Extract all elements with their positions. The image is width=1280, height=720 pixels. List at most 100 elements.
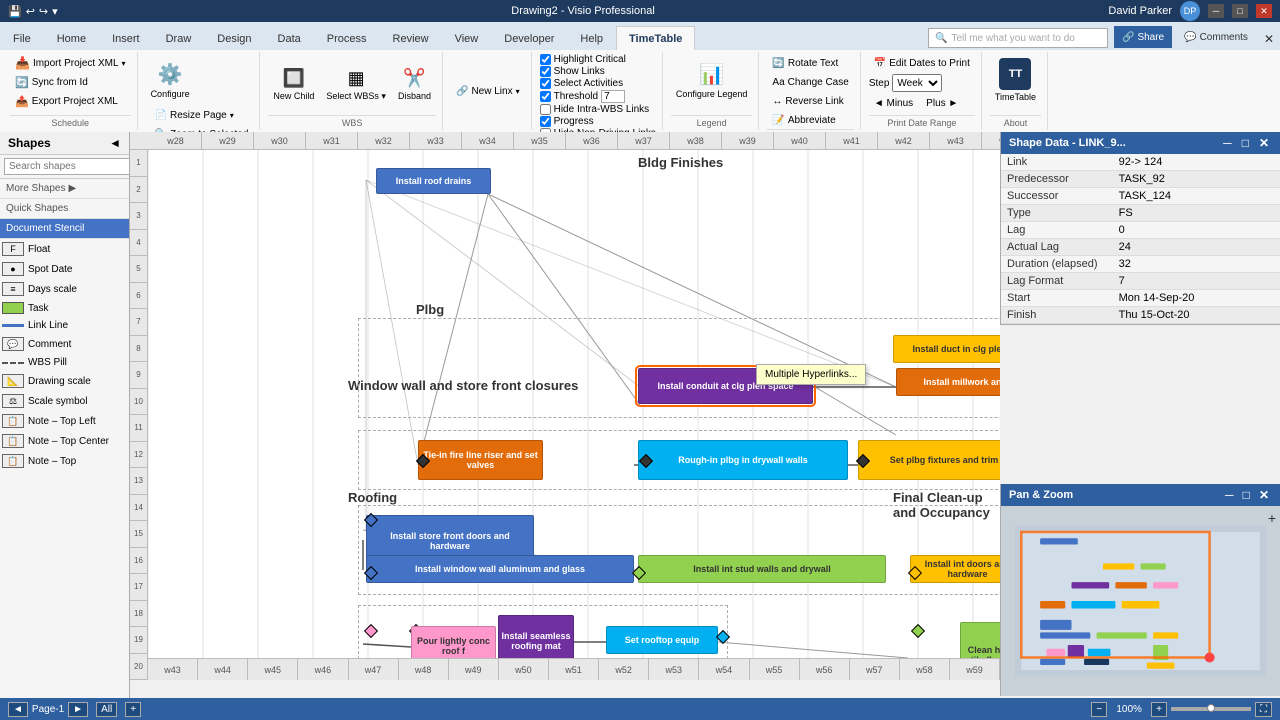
export-xml-btn[interactable]: 📤 Export Project XML	[10, 92, 123, 110]
ribbon-close-btn[interactable]: ✕	[1258, 28, 1280, 50]
more-shapes-section[interactable]: More Shapes ▶	[0, 179, 129, 199]
pan-zoom-minimap[interactable]	[1001, 506, 1280, 696]
import-xml-btn[interactable]: 📥 Import Project XML ▾	[10, 54, 131, 72]
tab-insert[interactable]: Insert	[99, 26, 153, 50]
task-set-rooftop[interactable]: Set rooftop equip	[606, 626, 718, 654]
import-dropdown[interactable]: ▾	[122, 59, 126, 68]
undo-icon[interactable]: ↩	[26, 5, 35, 18]
task-install-duct[interactable]: Install duct in clg plenum space	[893, 335, 1000, 363]
task-install-millwork[interactable]: Install millwork and wd trim	[896, 368, 1000, 396]
shape-data-expand-btn[interactable]: □	[1239, 136, 1252, 150]
select-activities-cb[interactable]: Select Activities	[540, 78, 623, 89]
zoom-thumb[interactable]	[1207, 704, 1215, 712]
shape-note-top-left[interactable]: 📋 Note – Top Left	[0, 411, 129, 431]
tab-process[interactable]: Process	[314, 26, 380, 50]
tab-home[interactable]: Home	[44, 26, 99, 50]
step-select[interactable]: Week Day Month	[892, 74, 942, 92]
close-btn[interactable]: ✕	[1256, 4, 1272, 18]
sync-id-btn[interactable]: 🔄 Sync from Id	[10, 73, 93, 91]
select-icon: ▦	[348, 68, 365, 89]
pan-zoom-plus-btn[interactable]: +	[1268, 510, 1276, 526]
page-next-btn[interactable]: ►	[68, 702, 88, 717]
hyperlink-popup[interactable]: Multiple Hyperlinks...	[756, 364, 866, 385]
task-window-wall[interactable]: Install window wall aluminum and glass	[366, 555, 634, 583]
shapes-collapse-btn[interactable]: ◄	[109, 136, 121, 150]
plus-btn[interactable]: Plus ►	[921, 94, 963, 112]
timetable-about-btn[interactable]: TT TimeTable	[990, 54, 1041, 106]
shape-note-top-center[interactable]: 📋 Note – Top Center	[0, 431, 129, 451]
pan-zoom-content[interactable]: +	[1001, 506, 1280, 696]
shape-note-top[interactable]: 📋 Note – Top	[0, 451, 129, 471]
pan-zoom-expand-btn[interactable]: □	[1240, 488, 1253, 502]
pan-zoom-minimize-btn[interactable]: ─	[1222, 488, 1237, 502]
rotate-text-btn[interactable]: 🔄 Rotate Text	[767, 54, 843, 72]
group-modify: 🔄 Rotate Text Aa Change Case ↔ Reverse L…	[761, 52, 860, 130]
tab-view[interactable]: View	[442, 26, 492, 50]
reverse-link-btn[interactable]: ↔ Reverse Link	[767, 92, 848, 110]
save-icon[interactable]: 💾	[8, 5, 22, 18]
tab-data[interactable]: Data	[265, 26, 314, 50]
abbreviate-btn[interactable]: 📝 Abbreviate	[767, 111, 840, 129]
quick-shapes-section[interactable]: Quick Shapes	[0, 199, 129, 219]
fit-page-btn[interactable]: ⛶	[1255, 702, 1272, 717]
shape-link-line[interactable]: Link Line	[0, 317, 129, 334]
edit-dates-btn[interactable]: 📅 Edit Dates to Print	[869, 54, 975, 72]
restore-btn[interactable]: □	[1232, 4, 1248, 18]
tab-help[interactable]: Help	[567, 26, 616, 50]
shape-scale-symbol[interactable]: ⚖ Scale symbol	[0, 391, 129, 411]
canvas-ruler-left: 1 2 3 4 5 6 7 8 9 10 11 12 13 14 15 16 1…	[130, 150, 148, 680]
disband-btn[interactable]: ✂️ Disband	[393, 59, 436, 111]
document-stencil-section[interactable]: Document Stencil	[0, 219, 129, 239]
progress-cb[interactable]: Progress	[540, 116, 594, 127]
zoom-in-btn[interactable]: +	[1151, 702, 1167, 717]
shape-float[interactable]: F Float	[0, 239, 129, 259]
task-set-plbg[interactable]: Set plbg fixtures and trim	[858, 440, 1000, 480]
search-shapes-input[interactable]	[4, 158, 130, 175]
task-rough-in-plbg[interactable]: Rough-in plbg in drywall walls	[638, 440, 848, 480]
search-box[interactable]: 🔍 Tell me what you want to do	[928, 28, 1108, 48]
pan-zoom-close-btn[interactable]: ✕	[1256, 488, 1272, 502]
select-wbs-btn[interactable]: ▦ Select WBSs ▾	[321, 59, 391, 111]
comments-btn[interactable]: 💬Comments	[1176, 26, 1256, 48]
shape-data-close-btn[interactable]: ✕	[1256, 136, 1272, 150]
canvas-content[interactable]: Bldg Finishes Plbg Window wall and store…	[148, 150, 1000, 680]
new-child-btn[interactable]: 🔲 New Child	[268, 59, 319, 111]
show-links-cb[interactable]: Show Links	[540, 66, 605, 77]
zoom-selected-btn[interactable]: 🔍 Zoom to Selected	[150, 125, 254, 132]
threshold-field[interactable]: Threshold	[540, 90, 625, 103]
tab-draw[interactable]: Draw	[153, 26, 205, 50]
page-prev-btn[interactable]: ◄	[8, 702, 28, 717]
highlight-critical-cb[interactable]: Highlight Critical	[540, 54, 626, 65]
shape-drawing-scale[interactable]: 📐 Drawing scale	[0, 371, 129, 391]
zoom-slider[interactable]	[1171, 707, 1251, 711]
tab-developer[interactable]: Developer	[491, 26, 567, 50]
add-page-btn[interactable]: +	[125, 702, 141, 717]
share-btn[interactable]: 🔗Share	[1114, 26, 1172, 48]
minimize-btn[interactable]: ─	[1208, 4, 1224, 18]
shape-task[interactable]: Task	[0, 299, 129, 317]
minus-btn[interactable]: ◄ Minus	[869, 94, 918, 112]
change-case-btn[interactable]: Aa Change Case	[767, 73, 853, 91]
configure-legend-btn[interactable]: 📊 Configure Legend	[671, 54, 753, 106]
shape-spot-date[interactable]: ● Spot Date	[0, 259, 129, 279]
task-fireline-riser[interactable]: Tie-in fire line riser and set valves	[418, 440, 543, 480]
tab-design[interactable]: Design	[204, 26, 264, 50]
shape-days-scale[interactable]: ≡ Days scale	[0, 279, 129, 299]
hide-intra-cb[interactable]: Hide Intra-WBS Links	[540, 104, 650, 115]
resize-page-btn[interactable]: 📄 Resize Page ▾	[150, 106, 239, 124]
all-pages-btn[interactable]: All	[96, 702, 117, 717]
tab-file[interactable]: File	[0, 26, 44, 50]
zoom-out-btn[interactable]: −	[1091, 702, 1107, 717]
group-schedule: 📥 Import Project XML ▾ 🔄 Sync from Id 📤 …	[4, 52, 138, 130]
shape-wbs-pill[interactable]: WBS Pill	[0, 354, 129, 371]
tab-timetable[interactable]: TimeTable	[616, 26, 695, 50]
shape-data-minimize-btn[interactable]: ─	[1220, 136, 1235, 150]
new-linx-btn[interactable]: 🔗 New Linx ▾	[451, 82, 525, 100]
tab-review[interactable]: Review	[380, 26, 442, 50]
redo-icon[interactable]: ↪	[39, 5, 48, 18]
task-install-roof-drains[interactable]: Install roof drains	[376, 168, 491, 194]
shape-comment[interactable]: 💬 Comment	[0, 334, 129, 354]
task-int-stud-walls[interactable]: Install int stud walls and drywall	[638, 555, 886, 583]
task-int-doors[interactable]: Install int doors and hardware	[910, 555, 1000, 583]
configure-btn[interactable]: ⚙️ Configure	[146, 54, 195, 106]
